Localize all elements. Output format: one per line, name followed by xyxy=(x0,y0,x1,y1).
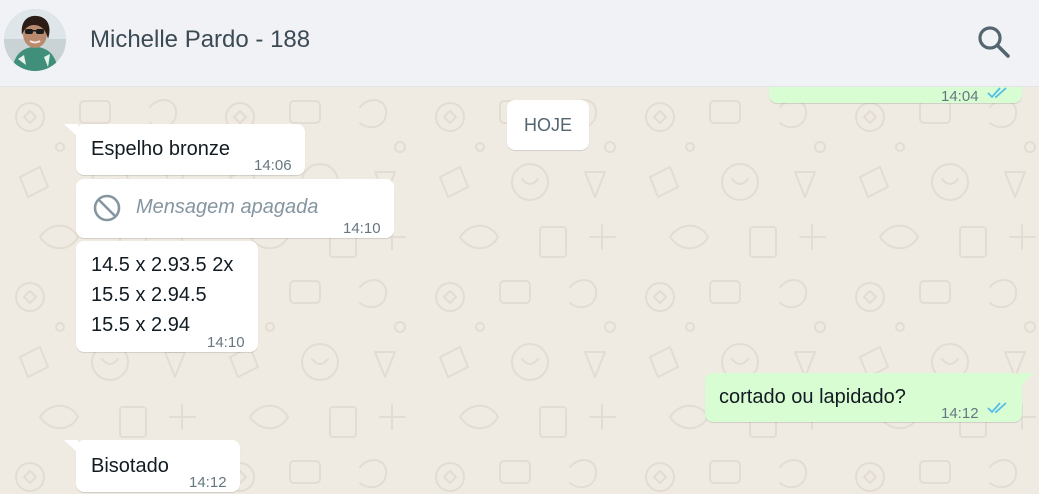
message-line: 15.5 x 2.94.5 xyxy=(91,284,207,306)
chat-header: Michelle Pardo - 188 xyxy=(0,0,1039,87)
message-time: 14:12 xyxy=(941,405,979,422)
avatar[interactable] xyxy=(4,9,66,71)
message-time: 14:10 xyxy=(343,220,381,237)
incoming-message[interactable]: Bisotado 14:12 xyxy=(76,440,240,492)
search-button[interactable] xyxy=(974,22,1014,62)
outgoing-bubble-tail xyxy=(1020,373,1034,386)
incoming-message[interactable]: 14.5 x 2.93.5 2x 15.5 x 2.94.5 15.5 x 2.… xyxy=(76,241,258,352)
outgoing-message-partial[interactable]: 14:04 xyxy=(769,87,1022,105)
message-text: Espelho bronze xyxy=(91,138,230,160)
message-line: 14.5 x 2.93.5 2x xyxy=(91,254,234,276)
deleted-message[interactable]: Mensagem apagada 14:10 xyxy=(76,179,394,238)
blocked-circle-icon xyxy=(93,194,121,222)
message-time: 14:10 xyxy=(207,334,245,351)
search-icon xyxy=(978,26,1010,58)
message-time: 14:06 xyxy=(254,157,292,174)
outgoing-message[interactable]: cortado ou lapidado? 14:12 xyxy=(705,373,1022,422)
date-divider: HOJE xyxy=(507,100,589,150)
message-text: cortado ou lapidado? xyxy=(719,386,906,408)
contact-name[interactable]: Michelle Pardo - 188 xyxy=(90,26,310,54)
read-receipt-icon xyxy=(987,87,1007,99)
incoming-message[interactable]: Espelho bronze 14:06 xyxy=(76,124,305,175)
message-text: Mensagem apagada xyxy=(136,196,319,218)
message-text: Bisotado xyxy=(91,455,169,477)
read-receipt-icon xyxy=(987,402,1007,414)
message-line: 15.5 x 2.94 xyxy=(91,314,190,336)
message-list[interactable]: 14:04 HOJE Espelho bronze 14:06 Mensagem… xyxy=(0,87,1039,494)
message-time: 14:04 xyxy=(941,88,979,105)
message-time: 14:12 xyxy=(189,474,227,491)
